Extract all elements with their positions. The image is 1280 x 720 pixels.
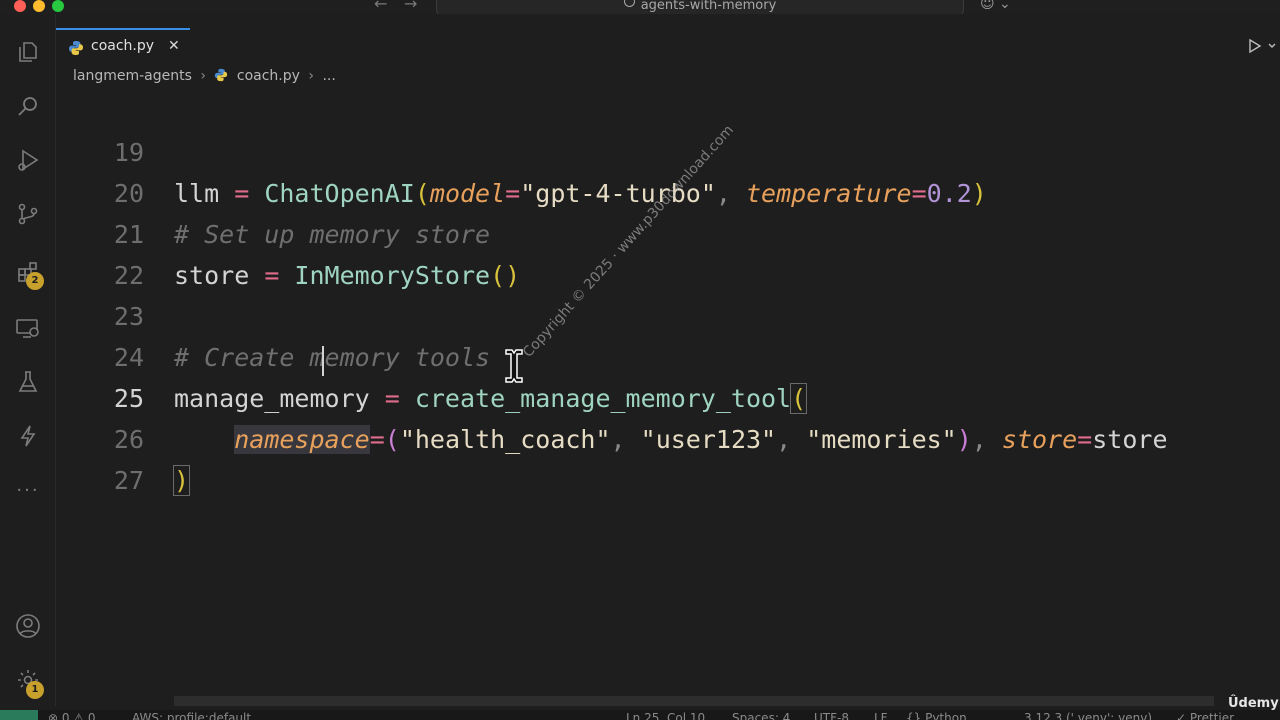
run-python-file-button[interactable] — [1248, 38, 1276, 58]
breadcrumb: langmem-agents › coach.py › ... — [73, 68, 336, 88]
zoom-window-button[interactable] — [52, 0, 64, 12]
python-interpreter[interactable]: 3.12.3 ('.venv': venv) — [1024, 711, 1152, 720]
code-line[interactable]: 27 — [56, 419, 1280, 495]
code-line[interactable]: 23 # Create memory tools — [56, 255, 1280, 372]
code-line[interactable]: 22 — [56, 214, 1280, 290]
code-line[interactable]: 19 llm = ChatOpenAI(model="gpt-4-turbo",… — [56, 91, 1280, 208]
status-bar: ⊗ 0 ⚠ 0 AWS: profile:default Ln 25, Col … — [0, 710, 1280, 720]
python-file-icon — [68, 40, 84, 60]
accounts-icon[interactable] — [12, 610, 44, 642]
activity-bar: 2 ··· 1 — [0, 14, 56, 706]
horizontal-scrollbar[interactable] — [174, 696, 1214, 706]
text-cursor — [322, 346, 324, 376]
close-tab-icon[interactable]: ✕ — [168, 38, 180, 54]
command-center-search[interactable]: agents-with-memory — [436, 0, 964, 14]
tab-bar — [56, 26, 1280, 66]
minimize-window-button[interactable] — [33, 0, 45, 12]
chevron-right-icon: › — [308, 68, 314, 84]
explorer-icon[interactable] — [12, 36, 44, 68]
code-line[interactable]: 20 # Set up memory store — [56, 132, 1280, 249]
matching-bracket: ) — [172, 465, 191, 496]
code-editor[interactable]: 19 llm = ChatOpenAI(model="gpt-4-turbo",… — [56, 90, 1280, 696]
aws-profile[interactable]: AWS: profile:default — [132, 711, 251, 720]
breadcrumb-folder[interactable]: langmem-agents — [73, 68, 192, 84]
back-arrow-icon[interactable]: ← — [374, 0, 387, 12]
language-mode[interactable]: {} Python — [906, 711, 967, 720]
copilot-icon[interactable]: ☺ ⌄ — [980, 0, 1011, 12]
lightning-icon[interactable] — [12, 420, 44, 452]
mouse-ibeam-cursor-icon — [502, 348, 526, 384]
forward-arrow-icon[interactable]: → — [404, 0, 417, 12]
line-ending[interactable]: LF — [874, 711, 888, 720]
title-bar: ← → agents-with-memory ☺ ⌄ — [0, 0, 1280, 14]
udemy-logo: Ûdemy — [1228, 696, 1279, 711]
indentation[interactable]: Spaces: 4 — [732, 711, 790, 720]
tab-coach-py[interactable]: coach.py ✕ — [56, 28, 190, 66]
search-icon[interactable] — [12, 90, 44, 122]
python-file-icon — [214, 68, 232, 84]
extensions-badge: 2 — [26, 272, 44, 290]
code-line[interactable]: 24 manage_memory = create_manage_memory_… — [56, 296, 1280, 414]
code-line[interactable]: 26 ) — [56, 378, 1280, 496]
encoding[interactable]: UTF-8 — [814, 711, 849, 720]
prettier-status[interactable]: ✓ Prettier — [1176, 711, 1234, 720]
run-debug-icon[interactable] — [12, 144, 44, 176]
chevron-right-icon: › — [200, 68, 206, 84]
remote-explorer-icon[interactable] — [12, 312, 44, 344]
source-control-icon[interactable] — [12, 198, 44, 230]
window-title: agents-with-memory — [640, 0, 777, 13]
breadcrumb-more[interactable]: ... — [322, 68, 335, 84]
remote-indicator[interactable] — [0, 710, 38, 720]
more-icon[interactable]: ··· — [12, 474, 44, 506]
search-icon — [623, 0, 635, 7]
testing-icon[interactable] — [12, 366, 44, 398]
settings-badge: 1 — [26, 681, 44, 699]
close-window-button[interactable] — [14, 0, 26, 12]
line-number: 27 — [113, 466, 144, 495]
problems-indicator[interactable]: ⊗ 0 ⚠ 0 — [48, 711, 96, 720]
cursor-position[interactable]: Ln 25, Col 10 — [626, 711, 705, 720]
breadcrumb-file[interactable]: coach.py — [237, 68, 300, 84]
code-line-current[interactable]: 25 namespace=("health_coach", "user123",… — [56, 337, 1280, 454]
tab-label: coach.py — [91, 38, 155, 54]
